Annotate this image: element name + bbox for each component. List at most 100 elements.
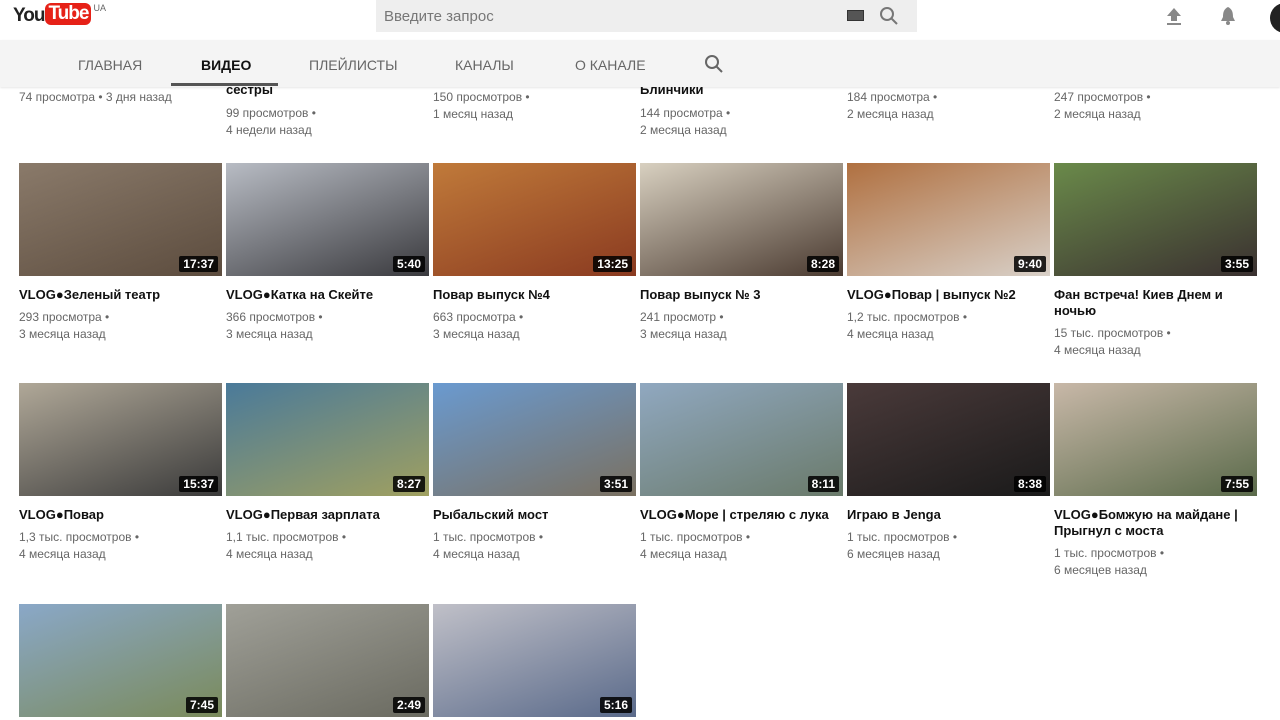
tab-videos[interactable]: ВИДЕО xyxy=(201,57,251,73)
video-card[interactable]: 5:40 VLOG●Катка на Скейте 366 просмотров •… xyxy=(226,163,429,343)
keyboard-icon[interactable] xyxy=(847,10,864,21)
video-card[interactable]: 13:25 Повар выпуск №4 663 просмотра • 3 мес… xyxy=(433,163,636,343)
video-thumbnail[interactable]: 7:45 xyxy=(19,604,222,717)
video-title[interactable]: VLOG●Бомжую на майдане | Прыгнул с моста xyxy=(1054,507,1257,539)
search-input[interactable]: Введите запрос xyxy=(376,0,917,32)
video-card[interactable]: 2:49 xyxy=(226,604,429,717)
region-label: UA xyxy=(93,3,106,13)
video-age: 3 месяца назад xyxy=(433,327,520,341)
video-card-partial[interactable]: 150 просмотров • 1 месяц назад xyxy=(433,89,530,123)
video-title[interactable]: VLOG●Первая зарплата xyxy=(226,507,429,523)
video-views: 150 просмотров • xyxy=(433,90,530,104)
video-age: 3 месяца назад xyxy=(19,327,106,341)
video-card[interactable]: 3:55 Фан встреча! Киев Днем и ночью 15 тыс… xyxy=(1054,163,1257,359)
video-card-partial[interactable]: 184 просмотра • 2 месяца назад xyxy=(847,89,937,123)
video-card-partial[interactable]: сестры 99 просмотров • 4 недели назад xyxy=(226,81,316,139)
video-thumbnail[interactable]: 3:55 xyxy=(1054,163,1257,276)
video-title[interactable]: Рыбальский мост xyxy=(433,507,636,523)
video-age: 4 недели назад xyxy=(226,123,312,137)
avatar[interactable] xyxy=(1270,3,1280,33)
video-views: 15 тыс. просмотров • xyxy=(1054,326,1171,340)
video-views: 247 просмотров • xyxy=(1054,90,1151,104)
video-card-partial[interactable]: 74 просмотра • 3 дня назад xyxy=(19,89,172,106)
video-age: 4 месяца назад xyxy=(226,547,313,561)
video-thumbnail[interactable]: 5:16 xyxy=(433,604,636,717)
video-views: 241 просмотр • xyxy=(640,310,724,324)
video-views: 74 просмотра • 3 дня назад xyxy=(19,90,172,104)
video-duration: 7:45 xyxy=(185,697,218,713)
video-age: 2 месяца назад xyxy=(1054,107,1141,121)
video-title[interactable]: VLOG●Повар | выпуск №2 xyxy=(847,287,1050,303)
video-views: 1 тыс. просмотров • xyxy=(1054,546,1165,560)
video-duration: 5:40 xyxy=(392,256,425,272)
upload-icon[interactable] xyxy=(1165,6,1183,26)
video-duration: 17:37 xyxy=(179,256,218,272)
video-views: 293 просмотра • xyxy=(19,310,110,324)
video-card[interactable]: 3:51 Рыбальский мост 1 тыс. просмотров • 4 … xyxy=(433,383,636,563)
tab-home[interactable]: ГЛАВНАЯ xyxy=(78,57,142,73)
video-title[interactable]: VLOG●Катка на Скейте xyxy=(226,287,429,303)
video-duration: 8:11 xyxy=(807,476,839,492)
video-age: 3 месяца назад xyxy=(226,327,313,341)
tab-about[interactable]: О КАНАЛЕ xyxy=(575,57,646,73)
channel-tabs: ГЛАВНАЯ ВИДЕО ПЛЕЙЛИСТЫ КАНАЛЫ О КАНАЛЕ xyxy=(0,40,1280,87)
video-title[interactable]: Фан встреча! Киев Днем и ночью xyxy=(1054,287,1257,319)
video-duration: 7:55 xyxy=(1220,476,1253,492)
video-title[interactable]: VLOG●Повар xyxy=(19,507,222,523)
search-placeholder: Введите запрос xyxy=(384,7,494,25)
video-views: 144 просмотра • xyxy=(640,106,731,120)
video-card[interactable]: 8:38 Играю в Jenga 1 тыс. просмотров • 6 ме… xyxy=(847,383,1050,563)
video-card-partial[interactable]: 247 просмотров • 2 месяца назад xyxy=(1054,89,1151,123)
video-card[interactable]: 9:40 VLOG●Повар | выпуск №2 1,2 тыс. просм… xyxy=(847,163,1050,343)
video-thumbnail[interactable]: 9:40 xyxy=(847,163,1050,276)
video-thumbnail[interactable]: 8:27 xyxy=(226,383,429,496)
video-duration: 13:25 xyxy=(593,256,632,272)
video-thumbnail[interactable]: 8:38 xyxy=(847,383,1050,496)
video-duration: 3:55 xyxy=(1220,256,1253,272)
video-age: 4 месяца назад xyxy=(847,327,934,341)
video-title[interactable]: Повар выпуск № 3 xyxy=(640,287,843,303)
video-thumbnail[interactable]: 15:37 xyxy=(19,383,222,496)
video-thumbnail[interactable]: 3:51 xyxy=(433,383,636,496)
video-title[interactable]: Играю в Jenga xyxy=(847,507,1050,523)
search-icon[interactable] xyxy=(879,6,899,26)
video-title[interactable]: Повар выпуск №4 xyxy=(433,287,636,303)
logo-tube: Tube xyxy=(45,3,92,25)
logo-text: You xyxy=(13,5,46,26)
video-views: 1 тыс. просмотров • xyxy=(847,530,958,544)
video-title[interactable]: VLOG●Море | стреляю с лука xyxy=(640,507,843,523)
video-age: 4 месяца назад xyxy=(640,547,727,561)
video-thumbnail[interactable]: 5:40 xyxy=(226,163,429,276)
video-card-partial[interactable]: Блинчики 144 просмотра • 2 месяца назад xyxy=(640,81,730,139)
video-age: 4 месяца назад xyxy=(1054,343,1141,357)
youtube-logo[interactable]: You Tube UA xyxy=(13,3,106,27)
video-duration: 2:49 xyxy=(392,697,425,713)
channel-search-icon[interactable] xyxy=(704,54,724,74)
video-thumbnail[interactable]: 7:55 xyxy=(1054,383,1257,496)
video-thumbnail[interactable]: 17:37 xyxy=(19,163,222,276)
top-bar: You Tube UA Введите запрос xyxy=(0,0,1280,40)
video-duration: 3:51 xyxy=(599,476,632,492)
video-age: 4 месяца назад xyxy=(19,547,106,561)
video-card[interactable]: 7:55 VLOG●Бомжую на майдане | Прыгнул с м… xyxy=(1054,383,1257,579)
video-views: 184 просмотра • xyxy=(847,90,938,104)
video-card[interactable]: 15:37 VLOG●Повар 1,3 тыс. просмотров • 4 ме… xyxy=(19,383,222,563)
tab-channels[interactable]: КАНАЛЫ xyxy=(455,57,514,73)
video-thumbnail[interactable]: 13:25 xyxy=(433,163,636,276)
tab-playlists[interactable]: ПЛЕЙЛИСТЫ xyxy=(309,57,398,73)
active-tab-indicator xyxy=(171,83,278,86)
video-age: 6 месяцев назад xyxy=(847,547,940,561)
video-card[interactable]: 8:11 VLOG●Море | стреляю с лука 1 тыс. про… xyxy=(640,383,843,563)
video-card[interactable]: 8:27 VLOG●Первая зарплата 1,1 тыс. просмот… xyxy=(226,383,429,563)
video-views: 366 просмотров • xyxy=(226,310,323,324)
video-thumbnail[interactable]: 8:28 xyxy=(640,163,843,276)
video-card[interactable]: 8:28 Повар выпуск № 3 241 просмотр • 3 меся… xyxy=(640,163,843,343)
video-views: 1,3 тыс. просмотров • xyxy=(19,530,140,544)
video-thumbnail[interactable]: 8:11 xyxy=(640,383,843,496)
notifications-bell-icon[interactable] xyxy=(1219,6,1237,26)
video-thumbnail[interactable]: 2:49 xyxy=(226,604,429,717)
video-title[interactable]: VLOG●Зеленый театр xyxy=(19,287,222,303)
video-card[interactable]: 5:16 xyxy=(433,604,636,717)
video-card[interactable]: 7:45 xyxy=(19,604,222,717)
video-card[interactable]: 17:37 VLOG●Зеленый театр 293 просмотра • 3 … xyxy=(19,163,222,343)
